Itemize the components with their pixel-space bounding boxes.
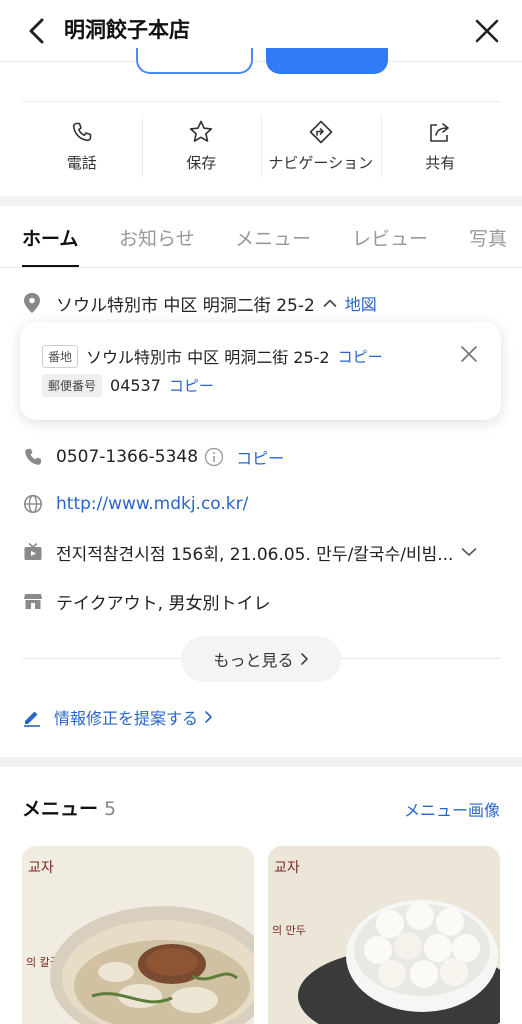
pencil-icon — [22, 707, 42, 727]
action-bar: 電話 保存 ナビゲーション 共有 — [22, 116, 500, 182]
suggest-edit-label: 情報修正を提案する — [54, 709, 199, 728]
call-button[interactable]: 電話 — [22, 116, 142, 182]
tv-appearance-text: 전지적참견시점 156회, 21.06.05. 만두/칼국수/비빔... — [56, 544, 454, 565]
noodle-soup-photo: 교자 의 칼국수 — [22, 846, 254, 1024]
directions-to-button[interactable] — [266, 48, 388, 74]
star-icon — [187, 118, 215, 146]
postal-code-chip: 郵便番号 — [42, 374, 103, 397]
page-title: 明洞餃子本店 — [64, 18, 190, 42]
tab-bar: ホーム お知らせ メニュー レビュー 写真 — [0, 206, 522, 268]
save-button[interactable]: 保存 — [141, 116, 262, 182]
navigation-label: ナビゲーション — [268, 154, 374, 172]
close-button[interactable] — [468, 12, 506, 50]
call-label: 電話 — [66, 154, 97, 172]
postal-code-text: 04537 — [110, 376, 161, 395]
back-arrow-icon — [29, 18, 44, 44]
tab-photos[interactable]: 写真 — [469, 224, 507, 251]
chevron-right-icon — [300, 653, 308, 665]
menu-count: 5 — [104, 798, 117, 820]
show-more-label: もっと見る — [213, 651, 294, 670]
copy-postal-button[interactable]: コピー — [169, 375, 214, 396]
lot-number-chip: 番地 — [42, 344, 79, 368]
chevron-up-icon — [323, 299, 337, 307]
facilities-text: テイクアウト, 男女別トイレ — [56, 593, 271, 614]
website-row: http://www.mdkj.co.kr/ — [22, 489, 502, 519]
navigation-button[interactable]: ナビゲーション — [261, 116, 381, 182]
tv-appearance-row[interactable]: 전지적참견시점 156회, 21.06.05. 만두/칼국수/비빔... — [22, 537, 502, 567]
section-separator — [0, 196, 522, 206]
section-separator — [0, 757, 522, 767]
phone-icon — [22, 446, 44, 468]
navigation-icon — [307, 118, 335, 146]
menu-title: メニュー — [22, 798, 99, 820]
share-label: 共有 — [425, 154, 456, 172]
active-tab-indicator — [22, 265, 79, 267]
suggest-edit-link[interactable]: 情報修正を提案する — [22, 704, 213, 730]
share-icon — [426, 118, 454, 146]
menu-item-card[interactable]: 교자 의 칼국수 — [22, 846, 254, 1024]
copy-address-button[interactable]: コピー — [338, 346, 383, 367]
svg-text:의 만두: 의 만두 — [272, 924, 306, 937]
tab-reviews[interactable]: レビュー — [352, 224, 428, 251]
menu-images-link[interactable]: メニュー画像 — [404, 797, 500, 821]
tab-news[interactable]: お知らせ — [119, 224, 195, 251]
svg-text:교자: 교자 — [274, 860, 300, 876]
share-button[interactable]: 共有 — [380, 116, 501, 182]
website-link[interactable]: http://www.mdkj.co.kr/ — [56, 494, 248, 514]
tv-icon — [22, 541, 44, 563]
phone-icon — [68, 118, 96, 146]
close-icon — [461, 346, 477, 362]
menu-item-card[interactable]: 교자 의 만두 — [268, 846, 500, 1024]
globe-icon — [22, 493, 44, 515]
tab-menu[interactable]: メニュー — [235, 224, 311, 251]
save-label: 保存 — [186, 154, 217, 172]
phone-number[interactable]: 0507-1366-5348 — [56, 447, 198, 467]
chevron-down-icon — [462, 548, 477, 556]
store-icon — [22, 590, 44, 612]
location-pin-icon — [24, 293, 40, 313]
close-icon — [475, 19, 499, 43]
chevron-right-icon — [205, 711, 212, 723]
copy-phone-button[interactable]: コピー — [236, 445, 284, 469]
info-icon — [204, 447, 224, 467]
address-text: ソウル特別市 中区 明洞二街 25-2 — [56, 295, 315, 316]
map-link[interactable]: 地図 — [345, 291, 377, 315]
top-bar: 明洞餃子本店 — [0, 0, 522, 62]
popup-close-button[interactable] — [459, 344, 481, 366]
divider — [22, 101, 500, 102]
show-more-button[interactable]: もっと見る — [181, 636, 341, 682]
tab-home[interactable]: ホーム — [22, 224, 78, 251]
address-detail-popup: 番地 ソウル特別市 中区 明洞二街 25-2 コピー 郵便番号 04537 コピ… — [20, 322, 501, 420]
facilities-row: テイクアウト, 男女別トイレ — [22, 586, 502, 616]
lot-address-text: ソウル特別市 中区 明洞二街 25-2 — [86, 348, 330, 367]
back-button[interactable] — [18, 14, 54, 48]
menu-section-title: メニュー 5 — [22, 794, 116, 821]
directions-from-button[interactable] — [136, 48, 253, 74]
address-row[interactable]: ソウル特別市 中区 明洞二街 25-2 地図 — [22, 288, 502, 318]
phone-row: 0507-1366-5348 コピー — [22, 442, 502, 472]
dumplings-photo: 교자 의 만두 — [268, 846, 500, 1024]
svg-text:교자: 교자 — [28, 860, 54, 876]
